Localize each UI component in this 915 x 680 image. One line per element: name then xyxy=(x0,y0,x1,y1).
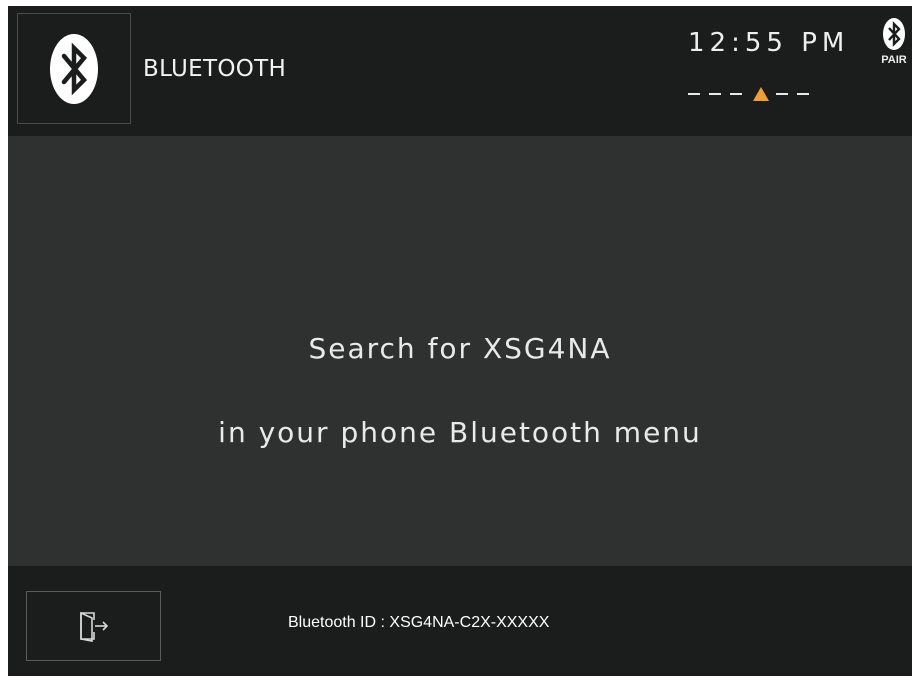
instruction-panel: Search for XSG4NA in your phone Bluetoot… xyxy=(8,136,912,566)
instruction-line-2: in your phone Bluetooth menu xyxy=(218,416,702,449)
header-bar: BLUETOOTH 12:55 PM PAIR xyxy=(8,6,912,136)
exit-button[interactable] xyxy=(26,591,161,661)
footer-bar: Bluetooth ID : XSG4NA-C2X-XXXXX xyxy=(8,566,912,676)
signal-marker xyxy=(753,87,769,101)
pair-label: PAIR xyxy=(881,54,907,66)
bluetooth-pair-icon xyxy=(883,18,905,50)
bluetooth-screen: BLUETOOTH 12:55 PM PAIR Search for XSG4N… xyxy=(8,6,912,676)
instruction-line-1: Search for XSG4NA xyxy=(308,332,612,365)
clock: 12:55 PM xyxy=(688,28,850,58)
bluetooth-id: Bluetooth ID : XSG4NA-C2X-XXXXX xyxy=(288,614,550,631)
bluetooth-pair-status: PAIR xyxy=(878,16,910,68)
signal-indicator-icon xyxy=(688,86,818,102)
bluetooth-icon xyxy=(50,33,98,104)
page-title: BLUETOOTH xyxy=(143,56,287,82)
bluetooth-tile[interactable] xyxy=(17,13,131,124)
exit-icon xyxy=(79,611,108,642)
